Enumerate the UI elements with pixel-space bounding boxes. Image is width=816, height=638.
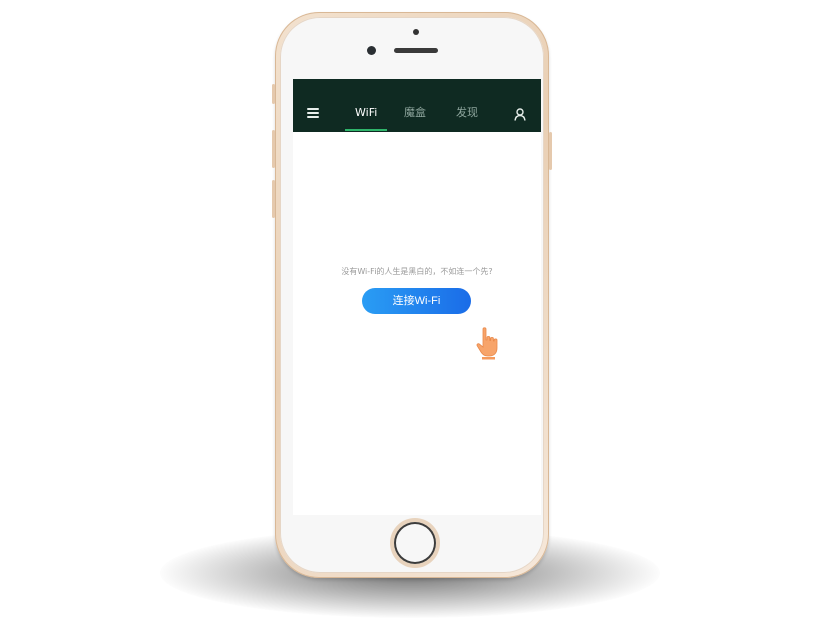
hamburger-menu-icon[interactable] — [307, 108, 319, 118]
earpiece-speaker — [394, 48, 438, 53]
power-button — [549, 132, 552, 170]
user-profile-icon[interactable] — [514, 106, 526, 121]
active-tab-indicator — [345, 129, 387, 131]
no-wifi-hint: 没有Wi-Fi的人生是黑白的，不如连一个先? — [341, 267, 493, 276]
tab-discover[interactable]: 发现 — [456, 106, 478, 120]
tab-mohe[interactable]: 魔盒 — [404, 106, 426, 120]
phone-frame: WiFi 魔盒 发现 没有Wi-Fi的人生是黑白的，不如连一个先? 连接Wi-F… — [272, 12, 552, 578]
main-content: 没有Wi-Fi的人生是黑白的，不如连一个先? 连接Wi-Fi — [293, 132, 541, 515]
home-button[interactable] — [394, 522, 436, 564]
stage: WiFi 魔盒 发现 没有Wi-Fi的人生是黑白的，不如连一个先? 连接Wi-F… — [0, 0, 816, 638]
mute-switch — [272, 84, 275, 104]
volume-up-button — [272, 130, 275, 168]
phone-bezel: WiFi 魔盒 发现 没有Wi-Fi的人生是黑白的，不如连一个先? 连接Wi-F… — [280, 17, 544, 573]
connect-wifi-button[interactable]: 连接Wi-Fi — [362, 288, 471, 314]
app-top-bar: WiFi 魔盒 发现 — [293, 79, 541, 132]
tab-wifi[interactable]: WiFi — [355, 106, 377, 120]
front-camera — [367, 46, 376, 55]
phone-screen: WiFi 魔盒 发现 没有Wi-Fi的人生是黑白的，不如连一个先? 连接Wi-F… — [293, 79, 541, 515]
proximity-sensor — [413, 29, 419, 35]
volume-down-button — [272, 180, 275, 218]
pointer-hand-icon — [474, 326, 504, 360]
